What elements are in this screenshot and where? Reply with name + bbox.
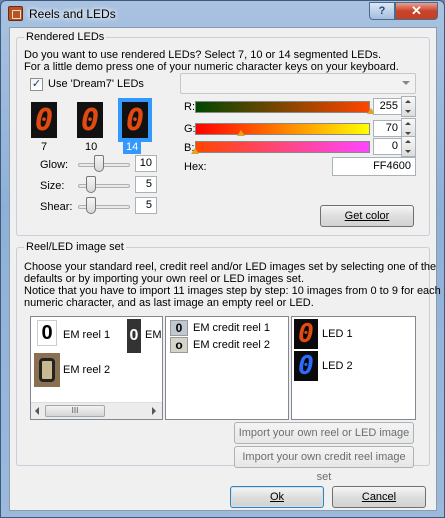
reel-list-item-label[interactable]: EM reel 2 [63, 364, 110, 377]
reel-led-image-set-legend: Reel/LED image set [24, 241, 126, 253]
help-button[interactable]: ? [369, 2, 395, 20]
reel-list-hscrollbar[interactable]: III [31, 402, 162, 419]
rendered-leds-legend: Rendered LEDs [24, 31, 107, 43]
led-10-segment[interactable]: 0 [77, 102, 103, 138]
size-label: Size: [40, 180, 65, 192]
red-gradient-bar[interactable] [195, 101, 370, 113]
led-image-list[interactable]: 0 LED 1 0 LED 2 [291, 316, 416, 420]
led-7-segment-label: 7 [41, 141, 48, 153]
reel-list-item-label[interactable]: EM reel 1 [63, 329, 110, 342]
led-7-segment[interactable]: 0 [31, 102, 57, 138]
led-digit-icon: 0 [294, 351, 318, 381]
green-gradient-bar[interactable] [195, 123, 370, 135]
window-title: Reels and LEDs [29, 7, 116, 21]
reels-and-leds-dialog: Reels and LEDs ? ✕ Rendered LEDs Do you … [0, 0, 445, 518]
scroll-left-icon[interactable] [35, 407, 39, 415]
reel-set-description-4: numeric character, and as last image an … [24, 297, 314, 309]
blue-gradient-bar[interactable] [195, 141, 370, 153]
import-reel-button[interactable]: Import your own reel or LED image set [234, 422, 414, 459]
credit-reel-list-item-label[interactable]: EM credit reel 1 [193, 322, 270, 335]
reel-list-item-label[interactable]: EM [145, 329, 162, 342]
dialog-client: Rendered LEDs Do you want to use rendere… [9, 27, 441, 511]
white-reel-icon: 0 [37, 320, 57, 346]
size-value[interactable]: 5 [135, 176, 157, 193]
use-dream7-checkbox[interactable]: ✓ [30, 78, 43, 91]
green-marker-icon[interactable] [237, 130, 245, 136]
hex-input[interactable]: FF4600 [332, 157, 416, 176]
blue-spinner[interactable] [401, 136, 416, 157]
credit-reel-list-item-label[interactable]: EM credit reel 2 [193, 339, 270, 352]
blue-value[interactable]: 0 [373, 138, 403, 155]
get-color-label: Get color [344, 210, 390, 222]
glow-value[interactable]: 10 [135, 155, 157, 172]
size-slider-thumb[interactable] [86, 176, 96, 193]
led-14-segment[interactable]: 0 [122, 102, 148, 138]
hscroll-thumb[interactable]: III [45, 405, 105, 417]
shear-value[interactable]: 5 [135, 197, 157, 214]
import-credit-reel-button[interactable]: Import your own credit reel image set [234, 446, 414, 483]
led-list-item-label[interactable]: LED 2 [322, 360, 353, 373]
dark-reel-icon: 0 [127, 319, 141, 353]
ok-label: Ok [269, 491, 285, 503]
app-icon [8, 6, 23, 21]
led-style-combo[interactable] [180, 73, 416, 94]
scroll-right-icon[interactable] [152, 407, 156, 415]
led-list-item-label[interactable]: LED 1 [322, 328, 353, 341]
glow-slider-thumb[interactable] [94, 155, 104, 172]
shear-slider-thumb[interactable] [86, 197, 96, 214]
cancel-button[interactable]: Cancel [332, 486, 426, 508]
close-button[interactable]: ✕ [395, 2, 438, 20]
caption-buttons: ? ✕ [369, 2, 438, 20]
red-value[interactable]: 255 [373, 98, 403, 115]
blue-marker-icon[interactable] [191, 148, 199, 154]
led-digit-icon: 0 [294, 319, 318, 349]
credit-reel-icon: o [170, 337, 188, 353]
glow-slider[interactable] [78, 163, 130, 167]
glow-label: Glow: [40, 159, 69, 171]
brown-reel-icon [34, 353, 60, 387]
credit-reel-list[interactable]: 0 EM credit reel 1 o EM credit reel 2 [165, 316, 289, 420]
hex-label: Hex: [184, 161, 207, 173]
led-14-segment-label: 14 [123, 141, 142, 154]
red-spinner[interactable] [401, 96, 416, 117]
led-10-segment-label: 10 [85, 141, 98, 153]
green-label: G: [184, 123, 196, 135]
use-dream7-label: Use 'Dream7' LEDs [48, 78, 144, 90]
chevron-down-icon [402, 81, 410, 85]
credit-reel-icon: 0 [170, 320, 188, 336]
cancel-label: Cancel [361, 491, 397, 503]
title-bar: Reels and LEDs ? ✕ [1, 1, 444, 27]
red-label: R: [184, 101, 195, 113]
shear-label: Shear: [40, 201, 73, 213]
reel-list[interactable]: 0 EM reel 1 0 EM EM reel 2 III [30, 316, 163, 420]
get-color-button[interactable]: Get color [320, 205, 414, 227]
ok-button[interactable]: Ok [230, 486, 324, 508]
green-value[interactable]: 70 [373, 120, 403, 137]
